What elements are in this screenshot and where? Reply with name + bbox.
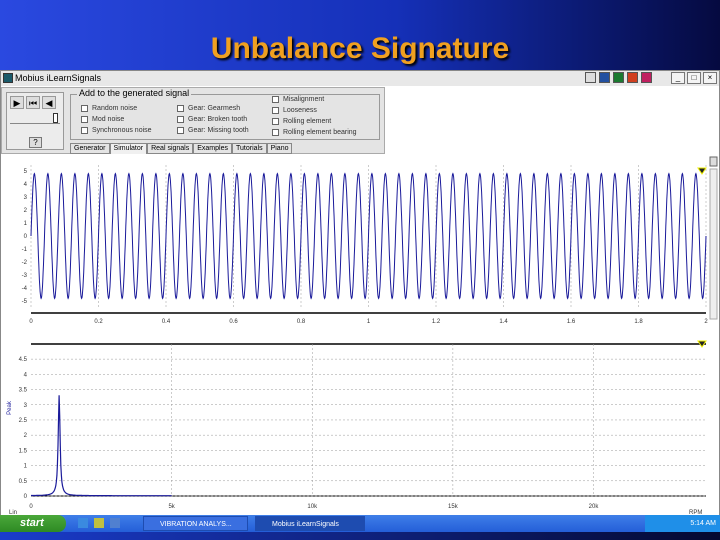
tab-tutorials[interactable]: Tutorials	[231, 143, 267, 154]
x-tick-label: 0.8	[297, 319, 306, 325]
checkbox-broken-tooth[interactable]: Gear: Broken tooth	[177, 116, 247, 123]
task-mobius[interactable]: Mobius iLearnSignals	[255, 516, 365, 531]
x-tick-label: 1.2	[432, 319, 441, 325]
tab-simulator[interactable]: Simulator	[109, 143, 148, 154]
y-tick-label: 1.5	[19, 448, 28, 454]
tab-examples[interactable]: Examples	[193, 143, 232, 154]
y-tick-label: -5	[22, 299, 28, 305]
volume-slider[interactable]	[10, 113, 60, 124]
tab-generator[interactable]: Generator	[70, 143, 110, 154]
y-tick-label: -4	[22, 286, 28, 292]
x-tick-label: 1.4	[499, 319, 508, 325]
export-icon[interactable]	[641, 72, 652, 83]
checkbox-looseness[interactable]: Looseness	[272, 107, 317, 114]
checkbox-random-noise[interactable]: Random noise	[81, 105, 137, 112]
control-panel: ▶ ⏮ ◀ ? Add to the generated signal Rand…	[1, 87, 385, 154]
window-title: Mobius iLearnSignals	[15, 73, 102, 83]
ie-icon[interactable]	[78, 518, 88, 528]
play-button[interactable]: ▶	[10, 96, 24, 109]
rewind-button[interactable]: ⏮	[26, 96, 40, 109]
y-tick-label: 4.5	[19, 357, 28, 363]
x-tick-label: 1.8	[634, 319, 643, 325]
checkbox-gearmesh[interactable]: Gear: Gearmesh	[177, 105, 240, 112]
y-tick-label: 3.5	[19, 388, 28, 394]
y-tick-label: -3	[22, 273, 28, 279]
x-tick-label: 0.4	[162, 319, 171, 325]
checkbox-rolling-element-bearing[interactable]: Rolling element bearing	[272, 129, 357, 136]
sound-button[interactable]: ◀	[42, 96, 56, 109]
checkbox-misalignment[interactable]: Misalignment	[272, 96, 324, 103]
x-tick-label: 15k	[448, 504, 459, 510]
x-tick-label: 5k	[168, 504, 175, 510]
tab-bar: Generator Simulator Real signals Example…	[70, 143, 293, 154]
checkbox-missing-tooth[interactable]: Gear: Missing tooth	[177, 127, 249, 134]
slide-title: Unbalance Signature	[210, 32, 510, 65]
checkbox-mod-noise[interactable]: Mod noise	[81, 116, 124, 123]
time-waveform-chart: 543210-1-2-3-4-50 0.2 0.4 0.6 0.8 1 1.2 1.4 1.6 1…	[1, 155, 719, 337]
y-tick-label: 2.5	[19, 418, 28, 424]
chart-menu-icon	[709, 156, 718, 167]
x-tick-label: 20k	[589, 504, 600, 510]
x-tick-label: 0.6	[229, 319, 238, 325]
title-bar: Mobius iLearnSignals _ □ ×	[1, 71, 719, 86]
quicklaunch-icon[interactable]	[94, 518, 104, 528]
app-window: Mobius iLearnSignals _ □ × ▶ ⏮ ◀ ? Add t…	[0, 70, 720, 516]
x-tick-label: 0.2	[94, 319, 103, 325]
maximize-button[interactable]: □	[687, 72, 701, 84]
y-tick-label: -1	[22, 247, 28, 253]
x-tick-label: 1.6	[567, 319, 576, 325]
x-tick-label: 10k	[307, 504, 318, 510]
checkbox-rolling-element[interactable]: Rolling element	[272, 118, 331, 125]
excel-icon[interactable]	[613, 72, 624, 83]
system-tray-clock: 5:14 AM	[645, 515, 720, 532]
group-label: Add to the generated signal	[77, 88, 192, 98]
checkbox-synchronous-noise[interactable]: Synchronous noise	[81, 127, 152, 134]
tab-piano[interactable]: Piano	[266, 143, 293, 154]
tool-icon[interactable]	[585, 72, 596, 83]
taskbar: start VIBRATION ANALYS... Mobius iLearnS…	[0, 515, 720, 532]
signal-options-group: Add to the generated signal Random noise…	[70, 88, 380, 140]
y-tick-label: -2	[22, 260, 28, 266]
word-icon[interactable]	[599, 72, 610, 83]
minimize-button[interactable]: _	[671, 72, 685, 84]
player-controls: ▶ ⏮ ◀ ?	[6, 92, 64, 150]
y-axis-label: Peak	[7, 400, 13, 415]
y-tick-label: 0.5	[19, 479, 28, 485]
tab-real-signals[interactable]: Real signals	[147, 143, 194, 154]
app-icon	[3, 73, 13, 83]
slider-thumb[interactable]	[53, 113, 58, 123]
scrollbar	[709, 168, 718, 320]
task-vibration-analysis[interactable]: VIBRATION ANALYS...	[143, 516, 248, 531]
close-button[interactable]: ×	[703, 72, 717, 84]
spectrum-chart: 4.543.532.521.510.500 5k 10k 15k 20kPeakRPML…	[1, 338, 719, 516]
media-icon[interactable]	[110, 518, 120, 528]
start-button[interactable]: start	[0, 515, 66, 532]
toolbar-icons	[585, 72, 652, 83]
slide-footer	[0, 532, 720, 540]
help-button[interactable]: ?	[29, 137, 42, 148]
plot-background	[1, 338, 719, 516]
image-icon[interactable]	[627, 72, 638, 83]
